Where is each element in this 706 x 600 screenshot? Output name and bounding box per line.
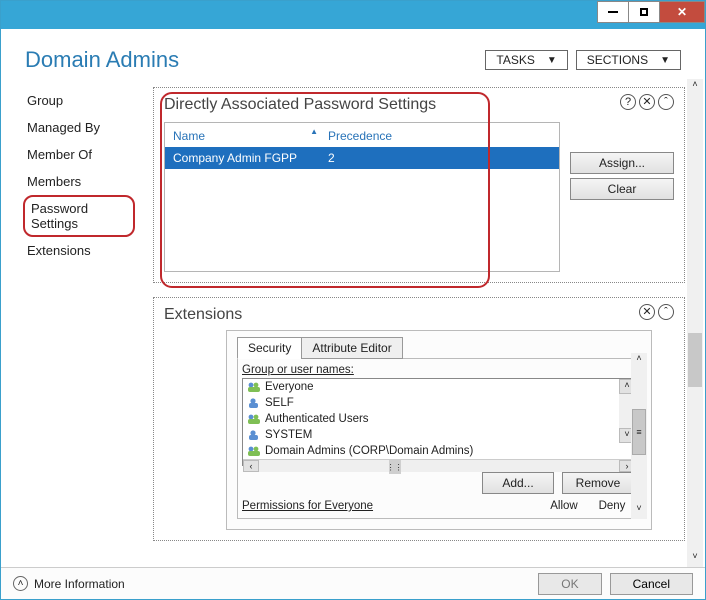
scroll-down-icon[interactable]: ˅	[631, 503, 647, 519]
section-title: Directly Associated Password Settings	[164, 96, 674, 114]
scroll-up-icon[interactable]: ˄	[687, 79, 703, 95]
sidebar-item-password-settings[interactable]: Password Settings	[23, 195, 135, 237]
sections-dropdown[interactable]: SECTIONS▼	[576, 50, 681, 70]
more-information-toggle[interactable]: ˄ More Information	[13, 576, 538, 591]
assign-button[interactable]: Assign...	[570, 152, 674, 174]
sidebar: Group Managed By Member Of Members Passw…	[1, 79, 145, 567]
section-title: Extensions	[164, 306, 674, 324]
clear-button[interactable]: Clear	[570, 178, 674, 200]
collapse-button[interactable]: ˆ	[658, 304, 674, 320]
remove-button[interactable]: Remove	[562, 472, 634, 494]
more-information-label: More Information	[34, 577, 125, 591]
users-icon	[247, 413, 261, 425]
ok-button[interactable]: OK	[538, 573, 601, 595]
extensions-section: Extensions ✕ ˆ Security Attribute Editor…	[153, 297, 685, 541]
principals-list[interactable]: Everyone SELF Authenticated Users SYSTEM…	[242, 378, 636, 466]
scroll-up-icon[interactable]: ˄	[631, 353, 647, 369]
page-header: Domain Admins TASKS▼ SECTIONS▼	[1, 29, 705, 83]
cell-name: Company Admin FGPP	[173, 151, 328, 165]
password-settings-section: Directly Associated Password Settings ? …	[153, 87, 685, 283]
sidebar-item-member-of[interactable]: Member Of	[23, 141, 135, 168]
footer-bar: ˄ More Information OK Cancel	[1, 567, 705, 599]
tab-security[interactable]: Security	[237, 337, 302, 359]
chevron-down-icon: ▼	[547, 55, 557, 66]
chevron-down-icon: ▼	[660, 55, 670, 66]
scroll-thumb[interactable]: ≡	[632, 409, 646, 455]
user-icon	[247, 429, 261, 441]
vertical-scrollbar[interactable]: ˄ ≡ ˅	[631, 353, 647, 519]
help-button[interactable]: ?	[620, 94, 636, 110]
users-icon	[247, 445, 261, 457]
sidebar-item-managed-by[interactable]: Managed By	[23, 114, 135, 141]
collapse-button[interactable]: ˆ	[658, 94, 674, 110]
user-icon	[247, 397, 261, 409]
permissions-label: Permissions for Everyone	[242, 500, 540, 512]
deny-header: Deny	[588, 500, 636, 512]
chevron-up-icon: ˄	[13, 576, 28, 591]
list-item[interactable]: SYSTEM	[243, 427, 635, 443]
column-name[interactable]: Name▲	[173, 129, 328, 143]
list-item[interactable]: Domain Admins (CORP\Domain Admins)	[243, 443, 635, 459]
close-section-button[interactable]: ✕	[639, 94, 655, 110]
horizontal-scrollbar[interactable]: ‹ ⋮⋮ ›	[243, 459, 635, 472]
group-names-label: Group or user names:	[242, 362, 636, 378]
add-button[interactable]: Add...	[482, 472, 554, 494]
tab-attribute-editor[interactable]: Attribute Editor	[301, 337, 402, 359]
list-item[interactable]: Authenticated Users	[243, 411, 635, 427]
sidebar-item-extensions[interactable]: Extensions	[23, 237, 135, 264]
users-icon	[247, 381, 261, 393]
list-item[interactable]: Everyone	[243, 379, 635, 395]
close-button[interactable]: ✕	[659, 1, 705, 23]
cancel-button[interactable]: Cancel	[610, 573, 693, 595]
scroll-thumb[interactable]: ⋮⋮	[389, 460, 401, 474]
table-row[interactable]: Company Admin FGPP 2	[165, 147, 559, 169]
scroll-down-icon[interactable]: ˅	[687, 551, 703, 567]
vertical-scrollbar[interactable]: ˄ ˅	[687, 79, 703, 567]
maximize-button[interactable]	[628, 1, 660, 23]
page-title: Domain Admins	[25, 47, 179, 73]
password-settings-table[interactable]: Name▲ Precedence Company Admin FGPP 2	[164, 122, 560, 272]
column-precedence[interactable]: Precedence	[328, 129, 448, 143]
scroll-thumb[interactable]	[688, 333, 702, 387]
tasks-dropdown[interactable]: TASKS▼	[485, 50, 567, 70]
allow-header: Allow	[540, 500, 588, 512]
sidebar-item-members[interactable]: Members	[23, 168, 135, 195]
sort-asc-icon: ▲	[310, 127, 318, 136]
minimize-button[interactable]	[597, 1, 629, 23]
cell-precedence: 2	[328, 151, 448, 165]
scroll-left-icon[interactable]: ‹	[243, 460, 259, 472]
close-section-button[interactable]: ✕	[639, 304, 655, 320]
sidebar-item-group[interactable]: Group	[23, 87, 135, 114]
window-titlebar: ✕	[1, 1, 705, 29]
list-item[interactable]: SELF	[243, 395, 635, 411]
